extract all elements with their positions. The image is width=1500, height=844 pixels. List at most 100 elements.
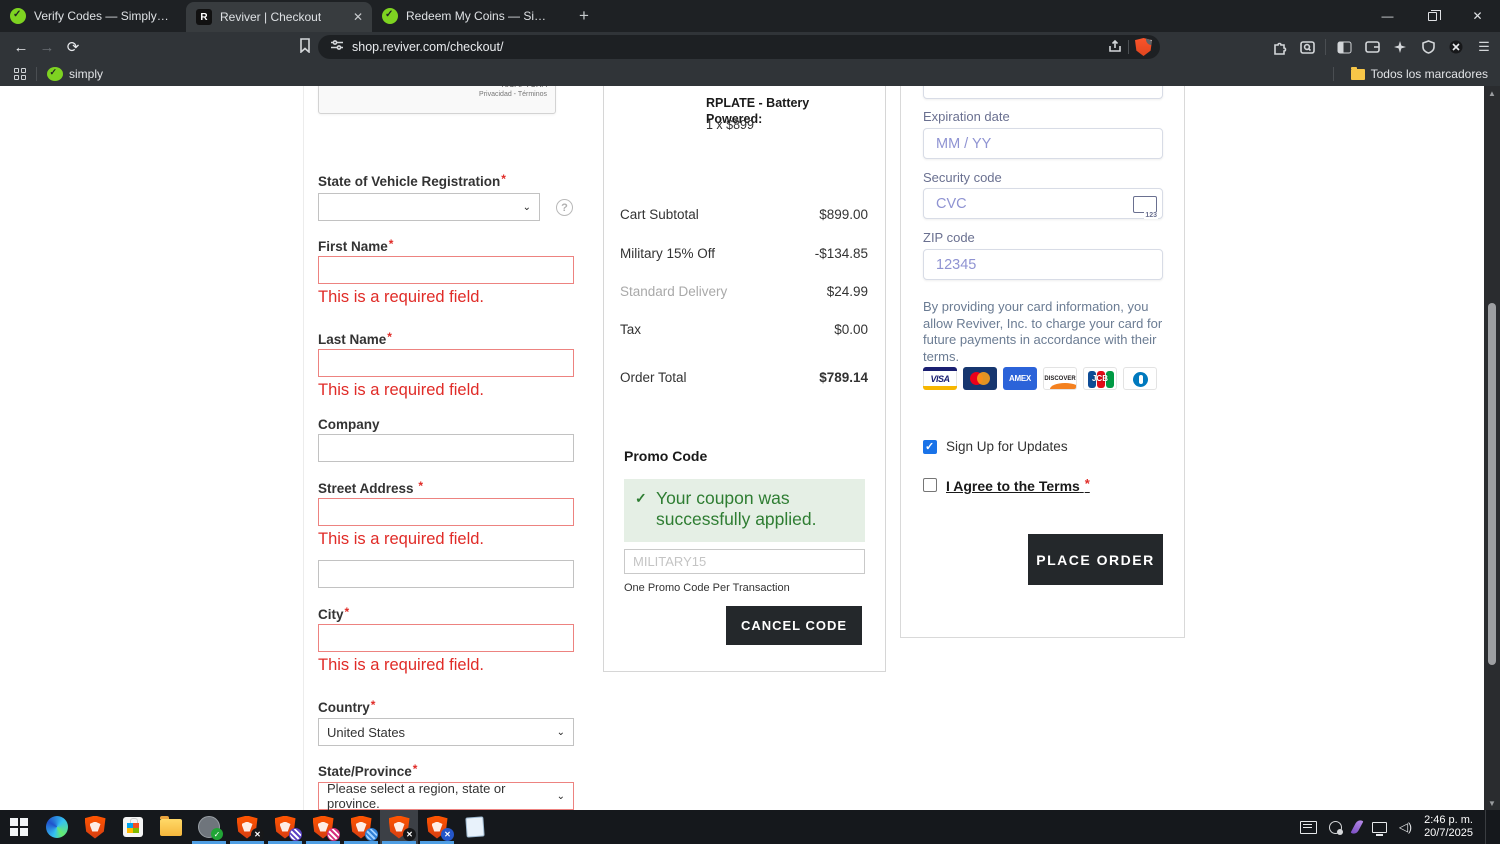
minimize-button[interactable]: — [1365, 0, 1410, 32]
terms-checkbox[interactable] [923, 478, 937, 492]
zip-input[interactable] [923, 249, 1163, 280]
reload-button[interactable]: ⟳ [60, 38, 86, 56]
country-label: Country* [318, 698, 376, 715]
promo-success-message: ✓ Your coupon was successfully applied. [624, 479, 865, 542]
leo-ai-sparkle-icon[interactable] [1390, 37, 1410, 57]
tab-close-icon[interactable]: ✕ [350, 10, 366, 24]
menu-icon[interactable]: ☰ [1474, 37, 1494, 57]
tray-window-icon[interactable] [1299, 820, 1317, 834]
last-name-input[interactable] [318, 349, 574, 377]
last-name-error: This is a required field. [318, 381, 484, 399]
browser-window: Verify Codes — SimplyCodes R Reviver | C… [0, 0, 1500, 844]
taskbar-explorer[interactable] [152, 810, 190, 844]
recaptcha-widget[interactable]: No soy un robot reCAPTCHA Privacidad - T… [318, 86, 556, 114]
street-address-input[interactable] [318, 498, 574, 526]
help-icon[interactable]: ? [556, 199, 573, 216]
chevron-down-icon: ⌄ [556, 790, 565, 802]
taskbar-notepad[interactable] [456, 810, 494, 844]
terms-row: I Agree to the Terms * [923, 476, 1090, 494]
system-tray: ◁) 2:46 p. m. 20/7/2025 [1299, 810, 1500, 844]
volume-icon[interactable]: ◁) [1399, 820, 1412, 834]
brave-shield-icon[interactable]: 7 [1135, 38, 1152, 56]
taskbar-edge[interactable] [38, 810, 76, 844]
promo-code-input[interactable] [624, 549, 865, 574]
tab-verify-codes[interactable]: Verify Codes — SimplyCodes [0, 0, 186, 32]
share-icon[interactable] [1108, 39, 1122, 56]
accepted-cards: VISA AMEX DISCOVER JCB [923, 367, 1157, 390]
chevron-down-icon: ⌄ [556, 726, 565, 738]
required-asterisk: * [501, 172, 506, 186]
cancel-code-button[interactable]: CANCEL CODE [726, 606, 862, 645]
first-name-input[interactable] [318, 256, 574, 284]
all-bookmarks[interactable]: Todos los marcadores [1350, 66, 1488, 81]
wallet-icon[interactable] [1362, 37, 1382, 57]
bookmark-label: simply [69, 67, 104, 81]
clock[interactable]: 2:46 p. m. 20/7/2025 [1424, 814, 1473, 840]
back-button[interactable]: ← [8, 39, 34, 56]
pinned-extension-icon[interactable] [1446, 37, 1466, 57]
vehicle-state-select[interactable]: ⌄ [318, 193, 540, 221]
start-button[interactable] [0, 810, 38, 844]
checkout-page: No soy un robot reCAPTCHA Privacidad - T… [0, 86, 1500, 810]
visa-icon: VISA [923, 367, 957, 390]
country-select[interactable]: United States ⌄ [318, 718, 574, 746]
scrollbar-thumb[interactable] [1488, 303, 1496, 665]
restore-button[interactable] [1410, 0, 1455, 32]
window-controls: — ✕ [1365, 0, 1500, 32]
apps-grid-icon[interactable] [14, 68, 26, 80]
url-bar[interactable]: shop.reviver.com/checkout/ 7 [318, 35, 1160, 59]
network-icon[interactable] [1371, 821, 1387, 836]
street-address-2-input[interactable] [318, 560, 574, 588]
signup-checkbox[interactable] [923, 439, 937, 454]
taskbar-brave[interactable] [76, 810, 114, 844]
taskbar-store[interactable] [114, 810, 152, 844]
page-scrollbar[interactable]: ▲ ▼ [1484, 86, 1500, 810]
sidebar-icon[interactable] [1334, 37, 1354, 57]
site-settings-icon[interactable] [330, 38, 344, 56]
scroll-up-icon[interactable]: ▲ [1484, 86, 1500, 100]
show-desktop-button[interactable] [1485, 810, 1490, 844]
country-value: United States [327, 724, 406, 740]
tab-redeem-coins[interactable]: Redeem My Coins — SimplyCodes [372, 0, 562, 32]
bookmark-simply[interactable]: simply [47, 67, 103, 81]
toolbar-extensions: ☰ [1269, 32, 1494, 62]
last-name-label: Last Name* [318, 330, 392, 347]
card-number-input[interactable] [923, 86, 1163, 99]
signup-row: Sign Up for Updates [923, 439, 1068, 454]
extensions-puzzle-icon[interactable] [1269, 37, 1289, 57]
taskbar-brave-profile-4[interactable] [342, 810, 380, 844]
vpn-shield-icon[interactable] [1418, 37, 1438, 57]
profile-badge-icon [327, 828, 340, 841]
region-select[interactable]: Please select a region, state or provinc… [318, 781, 574, 810]
required-asterisk: * [1084, 476, 1090, 491]
taskbar-brave-active[interactable] [380, 810, 418, 844]
cvc-input[interactable] [923, 188, 1163, 219]
profile-badge-icon [289, 828, 302, 841]
taskbar-brave-profile-3[interactable] [304, 810, 342, 844]
taskbar-brave-profile-2[interactable] [266, 810, 304, 844]
reading-list-icon[interactable] [292, 37, 318, 57]
recaptcha-links[interactable]: Privacidad - Términos [479, 91, 547, 98]
tray-feather-icon[interactable] [1350, 818, 1364, 836]
cart-row-discount: Military 15% Off -$134.85 [620, 246, 868, 261]
taskbar-brave-profile-1[interactable] [228, 810, 266, 844]
brave-icon [84, 815, 106, 839]
tray-time: 2:46 p. m. [1424, 814, 1473, 826]
new-tab-button[interactable]: + [572, 6, 596, 26]
scroll-down-icon[interactable]: ▼ [1484, 796, 1500, 810]
place-order-button[interactable]: PLACE ORDER [1028, 534, 1163, 585]
forward-button[interactable]: → [34, 39, 60, 56]
terms-link[interactable]: I Agree to the Terms * [946, 476, 1090, 494]
exp-input[interactable] [923, 128, 1163, 159]
taskbar-brave-profile-5[interactable] [418, 810, 456, 844]
search-tab-icon[interactable] [1297, 37, 1317, 57]
browser-toolbar: ← → ⟳ shop.reviver.com/checkout/ 7 ☰ [0, 32, 1500, 62]
divider [1325, 39, 1326, 55]
close-button[interactable]: ✕ [1455, 0, 1500, 32]
tab-reviver-checkout[interactable]: R Reviver | Checkout ✕ [186, 2, 372, 32]
city-input[interactable] [318, 624, 574, 652]
tray-app-icon[interactable] [1328, 820, 1343, 835]
taskbar-app-check[interactable] [190, 810, 228, 844]
bookmarks-bar: simply Todos los marcadores [0, 62, 1500, 86]
company-input[interactable] [318, 434, 574, 462]
